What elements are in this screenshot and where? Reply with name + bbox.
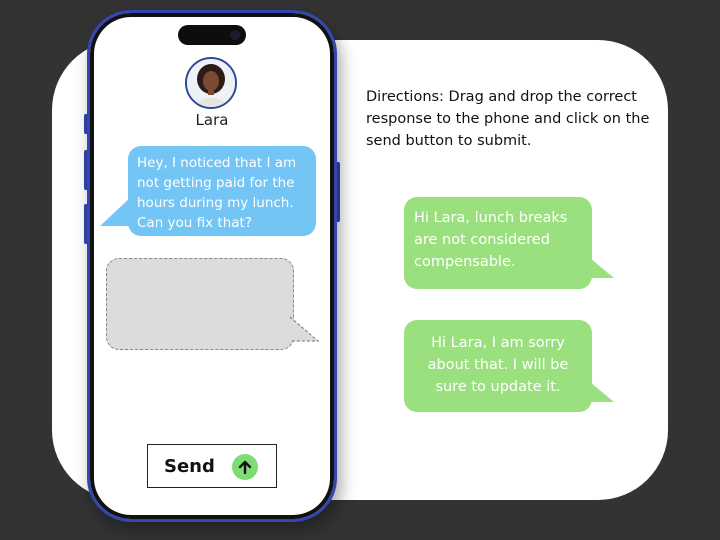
response-drop-zone[interactable] bbox=[106, 258, 294, 350]
response-option-1-tail bbox=[590, 258, 614, 278]
response-option-1[interactable]: Hi Lara, lunch breaks are not considered… bbox=[404, 197, 592, 289]
camera-icon bbox=[230, 30, 240, 40]
contact-name: Lara bbox=[195, 111, 229, 129]
send-button[interactable]: Send bbox=[147, 444, 277, 488]
phone-notch bbox=[178, 25, 246, 45]
drop-zone-tail bbox=[289, 316, 320, 342]
phone-mockup: Lara Hey, I noticed that I am not gettin… bbox=[87, 10, 337, 522]
incoming-message-bubble: Hey, I noticed that I am not getting pai… bbox=[128, 146, 316, 236]
arrow-up-icon bbox=[232, 454, 258, 480]
response-option-2[interactable]: Hi Lara, I am sorry about that. I will b… bbox=[404, 320, 592, 412]
person-avatar-icon bbox=[187, 59, 235, 107]
directions-text: Directions: Drag and drop the correct re… bbox=[366, 89, 650, 149]
send-button-label: Send bbox=[164, 455, 215, 477]
avatar bbox=[185, 57, 237, 109]
response-option-2-tail bbox=[590, 382, 614, 402]
